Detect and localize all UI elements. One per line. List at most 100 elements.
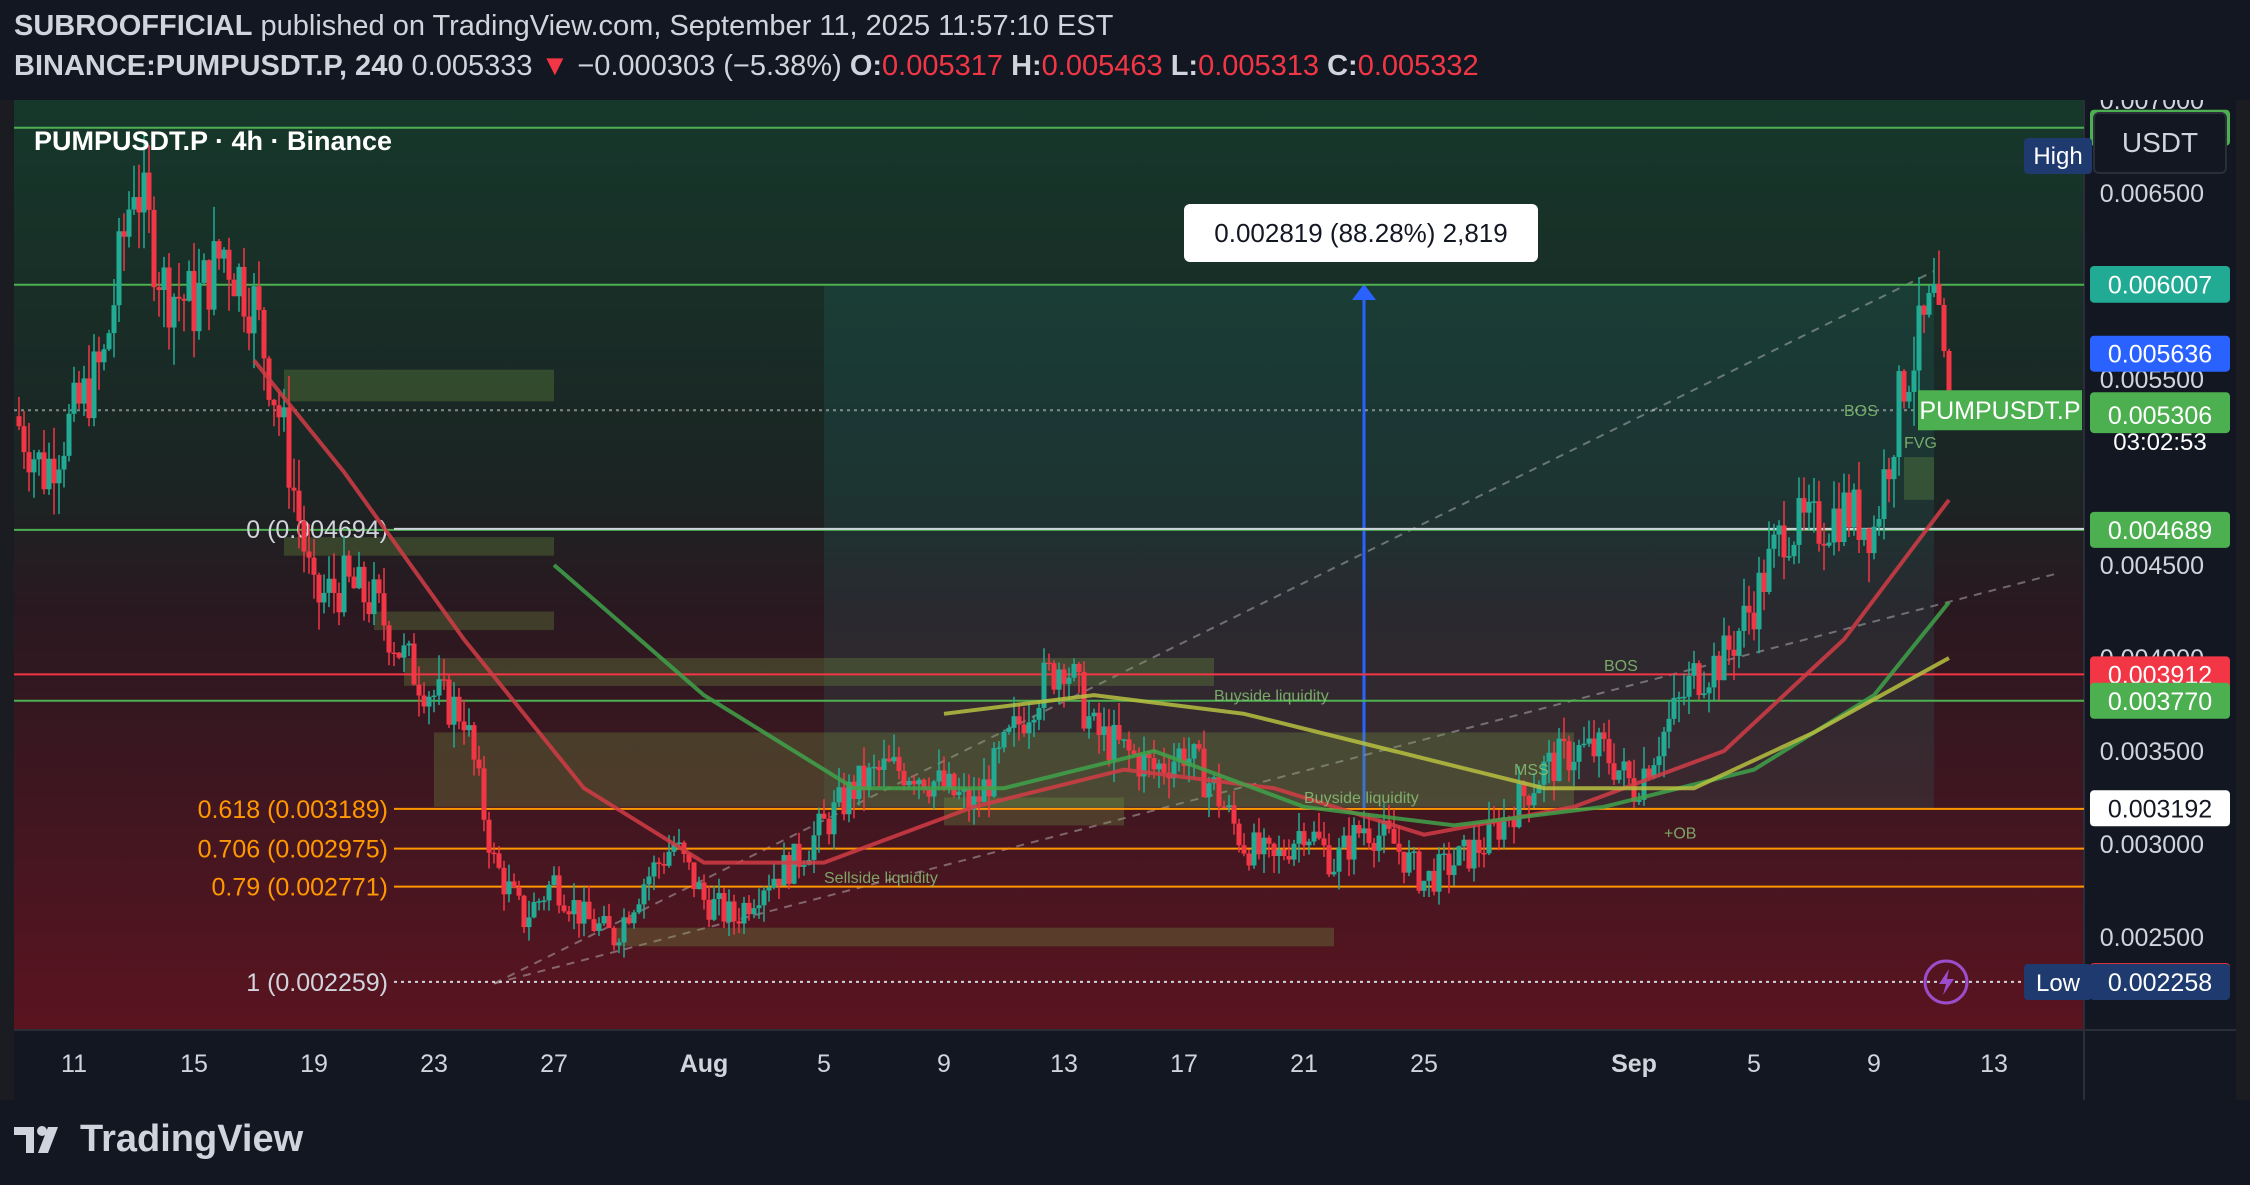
candle-body xyxy=(1256,832,1262,855)
candle-body xyxy=(431,695,437,698)
candle-body xyxy=(1071,663,1077,678)
candle-body xyxy=(226,249,232,280)
candle-body xyxy=(1556,738,1562,782)
candle-body xyxy=(1021,724,1027,734)
candle-body xyxy=(181,298,187,301)
candle-body xyxy=(1591,738,1597,757)
candle-body xyxy=(916,779,922,785)
candle-body xyxy=(1876,518,1882,527)
measure-label: 0.002819 (88.28%) 2,819 xyxy=(1214,218,1507,248)
candle-body xyxy=(106,333,112,350)
candle-body xyxy=(1821,543,1827,546)
candle-body xyxy=(736,921,742,924)
candle-body xyxy=(726,901,732,922)
candle-body xyxy=(841,787,847,815)
candle-body xyxy=(1301,831,1307,846)
candle-body xyxy=(836,787,842,803)
candle-body xyxy=(831,802,837,835)
candle-body xyxy=(821,813,827,819)
candle-body xyxy=(1606,739,1612,764)
candle-body xyxy=(66,413,72,456)
candle-body xyxy=(621,917,627,943)
candle-body xyxy=(1751,612,1757,630)
candle-body xyxy=(546,884,552,901)
price-label: 0.002258 xyxy=(2108,969,2212,997)
candle-body xyxy=(276,405,282,418)
fib-level-label: 0.79 (0.002771) xyxy=(211,874,388,902)
close-value: 0.005332 xyxy=(1357,50,1479,82)
fib-level-label: 0 (0.004694) xyxy=(246,516,388,544)
candle-body xyxy=(1106,726,1112,761)
candle-body xyxy=(1061,669,1067,684)
candle-body xyxy=(1761,572,1767,592)
bar-countdown: 03:02:53 xyxy=(2113,429,2206,456)
candle-body xyxy=(1031,719,1037,723)
last-price: 0.005333 xyxy=(411,50,533,82)
candle-body xyxy=(116,231,122,306)
candle-body xyxy=(71,382,77,414)
high-tag: High xyxy=(2033,143,2082,170)
currency-selector[interactable]: USDT xyxy=(2093,112,2227,174)
candle-body xyxy=(1851,489,1857,528)
candle-body xyxy=(196,282,202,332)
candle-body xyxy=(1401,851,1407,873)
tradingview-logo[interactable]: TradingView xyxy=(14,1118,303,1161)
candle-body xyxy=(526,917,532,928)
liquidity-zone xyxy=(374,611,554,631)
candle-body xyxy=(1626,761,1632,779)
candle-body xyxy=(496,853,502,868)
candle-body xyxy=(566,911,572,915)
price-label: 0.004689 xyxy=(2108,517,2212,545)
chart-pane[interactable]: 0.002819 (88.28%) 2,819 0 (0.004694) 0.618… xyxy=(14,100,2236,1100)
candle-body xyxy=(1921,305,1927,315)
candle-body xyxy=(406,643,412,646)
candle-body xyxy=(1896,371,1902,457)
candle-body xyxy=(1311,831,1317,842)
candle-body xyxy=(41,452,47,490)
fib-level-label: 0.618 (0.003189) xyxy=(198,796,388,824)
x-tick-label: 23 xyxy=(420,1050,448,1078)
candle-body xyxy=(1561,738,1567,742)
candle-body xyxy=(1716,655,1722,681)
candle-body xyxy=(756,905,762,909)
candle-body xyxy=(1096,712,1102,736)
candle-body xyxy=(1316,831,1322,839)
candle-body xyxy=(1321,838,1327,846)
candle-body xyxy=(151,209,157,288)
author-name[interactable]: SUBROOFFICIAL xyxy=(14,10,252,42)
candle-body xyxy=(1531,793,1537,806)
price-chart[interactable]: 0.002819 (88.28%) 2,819 0 (0.004694) 0.618… xyxy=(14,100,2236,1100)
candle-body xyxy=(61,455,67,470)
low-label: L: xyxy=(1170,50,1199,82)
candle-body xyxy=(896,756,902,771)
tradingview-brand: TradingView xyxy=(80,1118,304,1160)
candle-body xyxy=(716,893,722,900)
candle-body xyxy=(1451,865,1457,875)
candle-body xyxy=(616,942,622,946)
candle-body xyxy=(561,905,567,912)
candle-body xyxy=(456,696,462,722)
x-tick-label: 15 xyxy=(180,1050,208,1078)
x-tick-label: Sep xyxy=(1611,1050,1657,1078)
candle-body xyxy=(996,747,1002,749)
candle-body xyxy=(1286,855,1292,860)
candle-body xyxy=(656,862,662,864)
candle-body xyxy=(1926,292,1932,315)
candle-body xyxy=(1911,370,1917,393)
candle-body xyxy=(121,231,127,237)
candle-body xyxy=(1681,696,1687,699)
candle-body xyxy=(1871,526,1877,554)
candle-body xyxy=(356,566,362,589)
candle-body xyxy=(691,862,697,890)
candle-body xyxy=(1806,501,1812,513)
x-tick-label: Aug xyxy=(680,1050,729,1078)
candle-body xyxy=(311,557,317,575)
candle-body xyxy=(1611,763,1617,780)
candle-body xyxy=(1816,501,1822,544)
candle-body xyxy=(1296,831,1302,844)
down-arrow-icon: ▼ xyxy=(540,50,570,82)
candle-body xyxy=(161,267,167,291)
candle-body xyxy=(1366,828,1372,843)
candle-body xyxy=(1616,770,1622,780)
candle-body xyxy=(1246,853,1252,866)
